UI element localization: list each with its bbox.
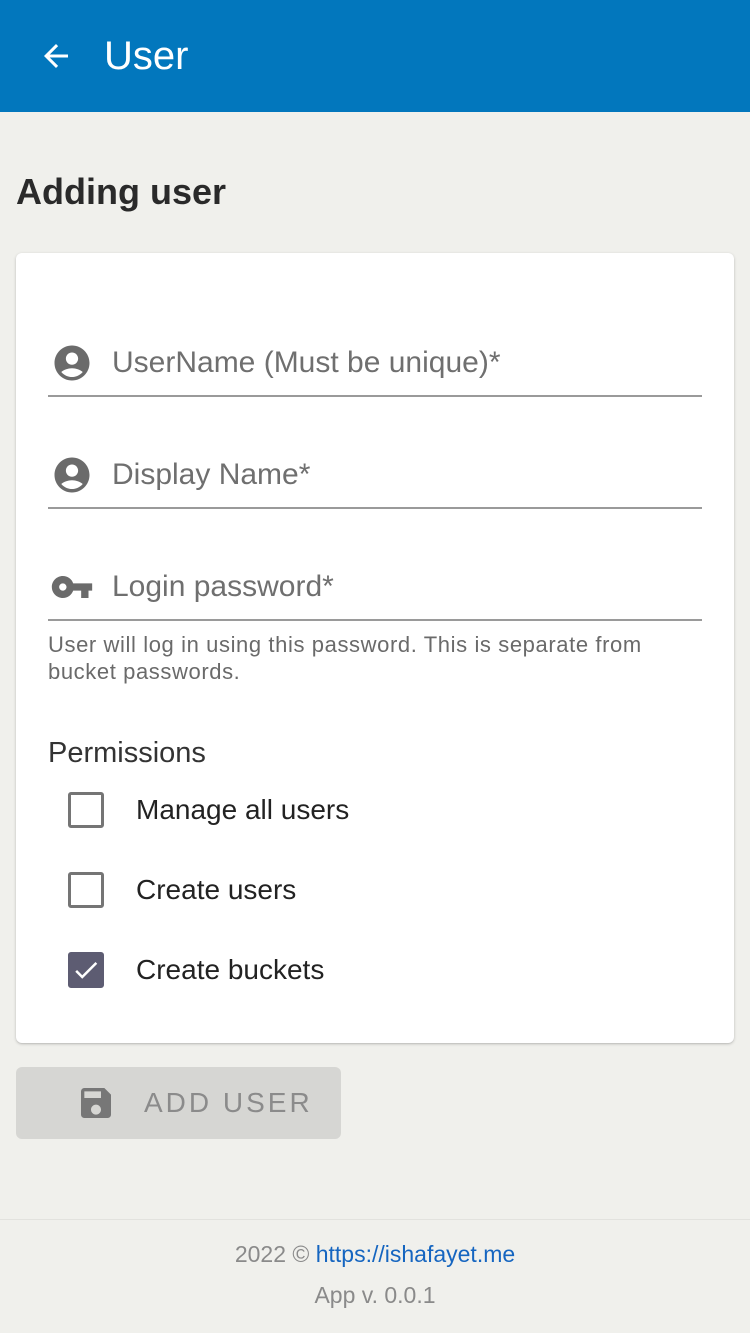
- key-icon: [50, 565, 94, 609]
- footer-divider: [0, 1219, 750, 1220]
- checkbox-checked[interactable]: [68, 952, 104, 988]
- checkbox-unchecked[interactable]: [68, 792, 104, 828]
- check-icon: [75, 961, 98, 979]
- footer-website-link[interactable]: https://ishafayet.me: [316, 1241, 515, 1267]
- username-input[interactable]: [112, 341, 692, 385]
- arrow-left-icon: [44, 44, 68, 68]
- add-user-form-card: User will log in using this password. Th…: [16, 253, 734, 1043]
- permissions-label: Permissions: [48, 737, 206, 769]
- permission-manage-all-users[interactable]: Manage all users: [68, 788, 628, 832]
- permission-create-users[interactable]: Create users: [68, 868, 628, 912]
- permission-create-buckets[interactable]: Create buckets: [68, 948, 628, 992]
- app-bar: User: [0, 0, 750, 112]
- permission-label: Create users: [136, 874, 297, 905]
- checkbox-unchecked[interactable]: [68, 872, 104, 908]
- add-user-button-label: ADD USER: [144, 1087, 313, 1118]
- app-bar-title: User: [104, 34, 189, 78]
- permission-label: Manage all users: [136, 794, 350, 825]
- password-input[interactable]: [112, 565, 692, 609]
- floppy-disk-icon: [76, 1083, 116, 1123]
- footer-app-version: App v. 0.0.1: [314, 1282, 436, 1308]
- footer-copyright: 2022 © https://ishafayet.me: [0, 1238, 750, 1270]
- display-name-field[interactable]: [48, 397, 702, 509]
- page-title: Adding user: [16, 171, 227, 212]
- username-field[interactable]: [48, 285, 702, 397]
- account-circle-icon: [50, 341, 94, 385]
- account-circle-icon: [50, 453, 94, 497]
- footer-year: 2022 ©: [234, 1241, 310, 1267]
- password-helper-text: User will log in using this password. Th…: [48, 632, 642, 684]
- add-user-button[interactable]: ADD USER: [16, 1067, 341, 1139]
- display-name-input[interactable]: [112, 453, 692, 497]
- permission-label: Create buckets: [136, 954, 325, 985]
- password-field[interactable]: [48, 509, 702, 621]
- back-button[interactable]: [36, 36, 76, 76]
